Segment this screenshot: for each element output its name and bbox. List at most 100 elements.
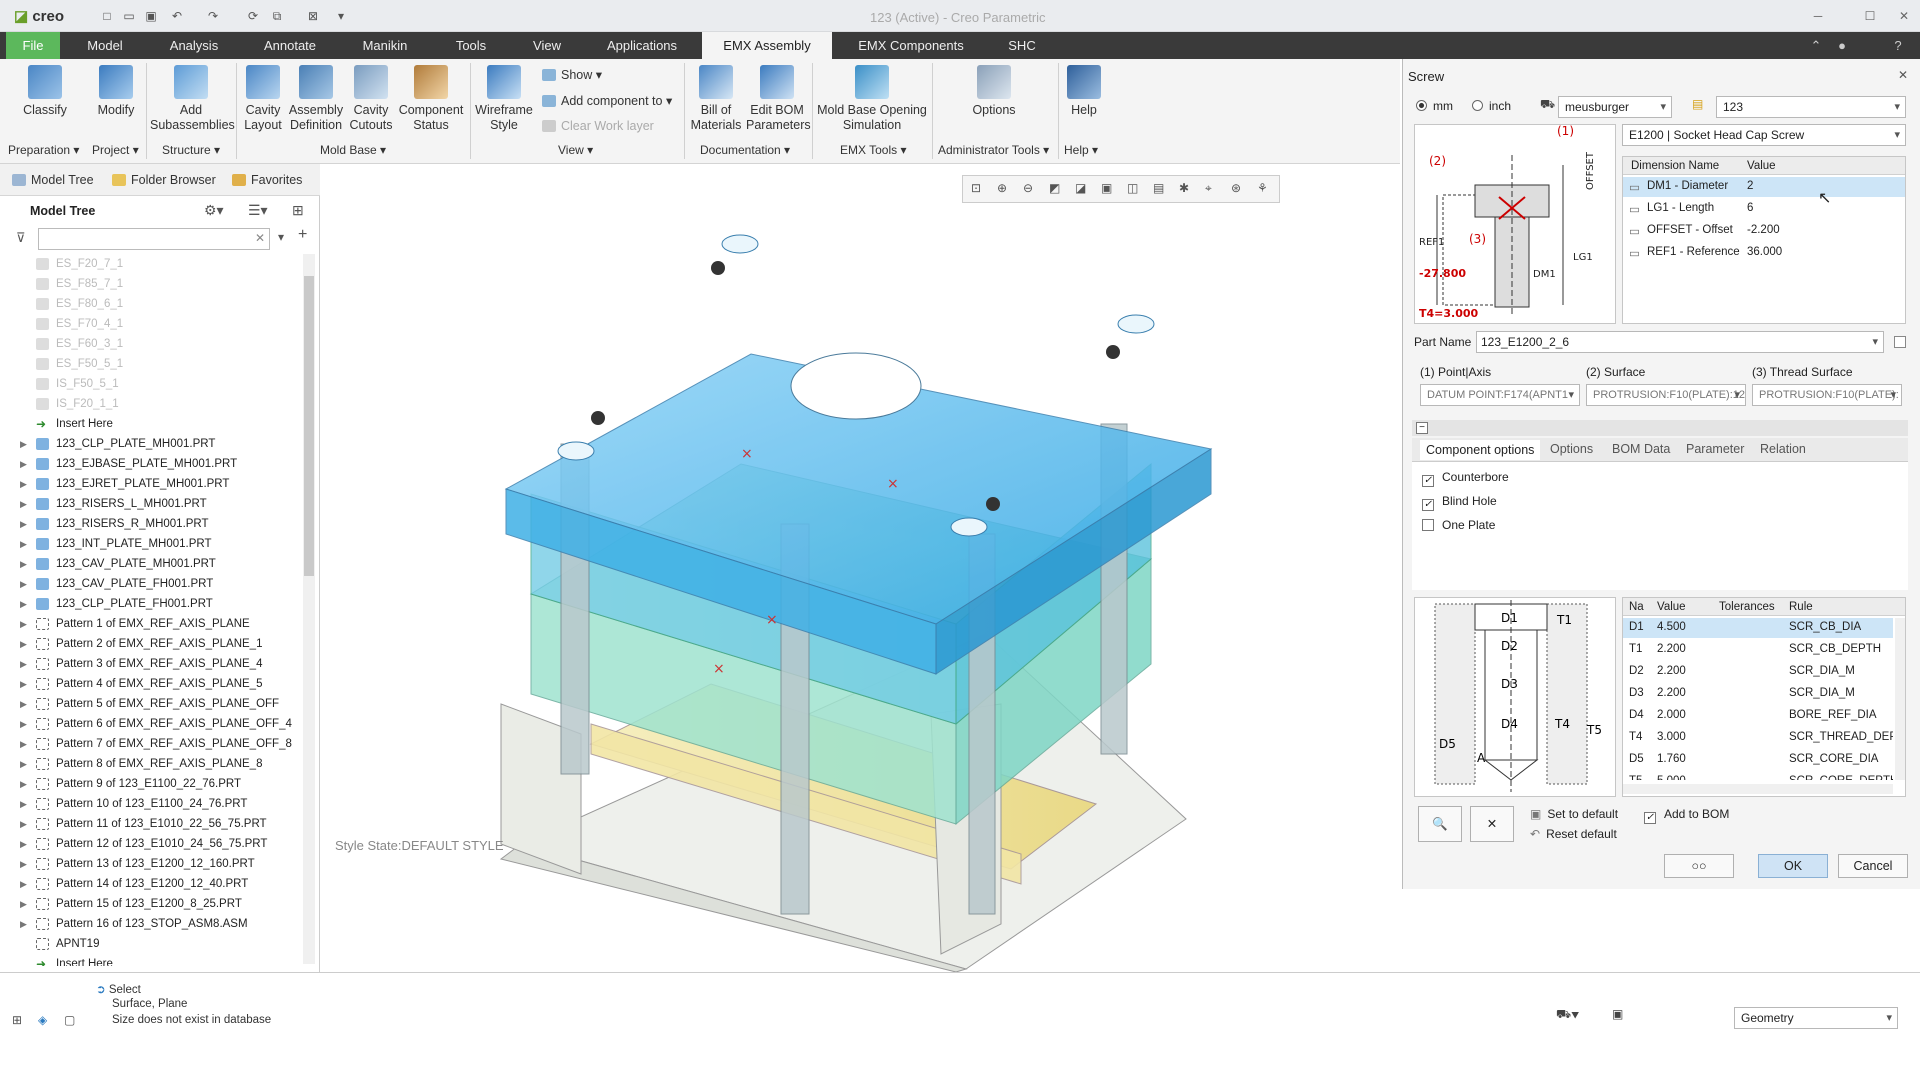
counterbore-checkbox[interactable]: ✓ — [1422, 475, 1434, 487]
one-plate-checkbox[interactable] — [1422, 519, 1434, 531]
set-to-default-button[interactable]: ▣ Set to default — [1530, 807, 1618, 821]
expand-icon[interactable]: ▶ — [20, 794, 27, 814]
ok-button[interactable]: OK — [1758, 854, 1828, 878]
expand-icon[interactable]: ▶ — [20, 874, 27, 894]
tree-item[interactable]: ES_F60_3_1 — [0, 334, 300, 354]
group-structure[interactable]: Structure ▾ — [162, 143, 220, 157]
tree-item[interactable]: ▶ Pattern 10 of 123_E1100_24_76.PRT — [0, 794, 300, 814]
hole-cell-value[interactable]: 2.200 — [1657, 643, 1686, 655]
expand-icon[interactable]: ▶ — [20, 894, 27, 914]
zoom-in-icon[interactable]: ⊕ — [997, 181, 1007, 195]
hole-row[interactable]: T4 3.000 SCR_THREAD_DEPTH — [1623, 728, 1893, 748]
tree-item[interactable]: ▶ 123_RISERS_L_MH001.PRT — [0, 494, 300, 514]
tree-item[interactable]: ▶ Pattern 2 of EMX_REF_AXIS_PLANE_1 — [0, 634, 300, 654]
collapse-ribbon-icon[interactable]: ⌃ — [1806, 32, 1826, 59]
tree-item[interactable]: ▶ 123_RISERS_R_MH001.PRT — [0, 514, 300, 534]
add-to-bom-option[interactable]: ✓ Add to BOM — [1644, 807, 1729, 824]
saved-orientations-icon[interactable]: ◫ — [1127, 181, 1138, 195]
ref-surface-collector[interactable]: PROTRUSION:F10(PLATE):12 — [1586, 384, 1746, 406]
tree-item[interactable]: ▶ Pattern 6 of EMX_REF_AXIS_PLANE_OFF_4 — [0, 714, 300, 734]
tree-item[interactable]: ▶ 123_INT_PLATE_MH001.PRT — [0, 534, 300, 554]
add-to-bom-checkbox[interactable]: ✓ — [1644, 812, 1656, 824]
hole-row[interactable]: D2 2.200 SCR_DIA_M — [1623, 662, 1893, 682]
wireframe-style-button[interactable]: Wireframe Style — [474, 65, 534, 133]
tree-item[interactable]: ▶ Pattern 11 of 123_E1010_22_56_75.PRT — [0, 814, 300, 834]
hole-row[interactable]: D1 4.500 SCR_CB_DIA — [1623, 618, 1893, 638]
tree-item[interactable]: ▶ Pattern 12 of 123_E1010_24_56_75.PRT — [0, 834, 300, 854]
tree-item[interactable]: ▶ 123_CAV_PLATE_MH001.PRT — [0, 554, 300, 574]
group-preparation[interactable]: Preparation ▾ — [8, 143, 79, 157]
tab-model-tree[interactable]: Model Tree — [12, 173, 94, 187]
search-dropdown-icon[interactable]: ▾ — [278, 230, 284, 244]
hole-cell-value[interactable]: 2.200 — [1657, 665, 1686, 677]
add-subassemblies-button[interactable]: Add Subassemblies — [150, 65, 235, 133]
counterbore-option[interactable]: ✓ Counterbore — [1422, 470, 1509, 487]
blind-hole-option[interactable]: ✓ Blind Hole — [1422, 494, 1497, 511]
clear-search-icon[interactable]: ✕ — [255, 231, 265, 245]
tree-item[interactable]: IS_F20_1_1 — [0, 394, 300, 414]
group-emx-tools[interactable]: EMX Tools ▾ — [840, 143, 907, 157]
tab-model[interactable]: Model — [74, 32, 136, 59]
tree-item[interactable]: ▶ Pattern 15 of 123_E1200_8_25.PRT — [0, 894, 300, 914]
windows-icon[interactable]: ⧉ — [270, 9, 284, 23]
tree-item[interactable]: ES_F80_6_1 — [0, 294, 300, 314]
subtab-parameter[interactable]: Parameter — [1686, 442, 1744, 456]
expand-icon[interactable]: ▶ — [20, 454, 27, 474]
hole-cell-value[interactable]: 3.000 — [1657, 731, 1686, 743]
expand-icon[interactable]: ▶ — [20, 734, 27, 754]
dimension-row[interactable]: ▭ OFFSET - Offset -2.200 — [1623, 221, 1905, 241]
selection-filter-select[interactable]: Geometry — [1734, 1007, 1898, 1029]
cancel-button[interactable]: Cancel — [1838, 854, 1908, 878]
expand-icon[interactable]: ▶ — [20, 474, 27, 494]
hole-row[interactable]: D4 2.000 BORE_REF_DIA — [1623, 706, 1893, 726]
tree-settings-icon[interactable]: ⚙▾ — [204, 202, 224, 219]
spin-center-icon[interactable]: ⊛ — [1231, 181, 1241, 195]
group-mold-base[interactable]: Mold Base ▾ — [320, 143, 386, 157]
hole-row[interactable]: T1 2.200 SCR_CB_DEPTH — [1623, 640, 1893, 660]
repaint-icon[interactable]: ◩ — [1049, 181, 1060, 195]
tree-item[interactable]: ES_F70_4_1 — [0, 314, 300, 334]
clear-work-layer-button[interactable]: Clear Work layer — [542, 119, 654, 133]
cavity-layout-button[interactable]: Cavity Layout — [240, 65, 286, 133]
hole-cell-value[interactable]: 1.760 — [1657, 753, 1686, 765]
refit-icon[interactable]: ⊡ — [971, 181, 981, 195]
group-help[interactable]: Help ▾ — [1064, 143, 1098, 157]
add-filter-icon[interactable]: + — [298, 226, 307, 244]
account-icon[interactable]: ● — [1832, 32, 1852, 59]
tree-item[interactable]: ▶ 123_CLP_PLATE_MH001.PRT — [0, 434, 300, 454]
ref-point-collector[interactable]: DATUM POINT:F174(APNT1 — [1420, 384, 1580, 406]
tree-item[interactable]: ▶ Pattern 4 of EMX_REF_AXIS_PLANE_5 — [0, 674, 300, 694]
expand-icon[interactable]: ▶ — [20, 714, 27, 734]
show-navigator-icon[interactable]: ⊞ — [12, 1013, 22, 1027]
expand-icon[interactable]: ▶ — [20, 774, 27, 794]
dimension-value[interactable]: 2 — [1747, 180, 1753, 192]
tab-shc[interactable]: SHC — [998, 32, 1046, 59]
open-file-icon[interactable]: ▭ — [122, 9, 136, 23]
save-icon[interactable]: ▣ — [144, 9, 158, 23]
filter-icon[interactable]: ⊽ — [16, 230, 26, 246]
classify-button[interactable]: Classify — [14, 65, 76, 118]
view-manager-icon[interactable]: ▤ — [1153, 181, 1164, 195]
expand-icon[interactable]: ▶ — [20, 814, 27, 834]
group-project[interactable]: Project ▾ — [92, 143, 139, 157]
expand-icon[interactable]: ▶ — [20, 754, 27, 774]
tree-item[interactable]: ▶ Pattern 9 of 123_E1100_22_76.PRT — [0, 774, 300, 794]
tree-item[interactable]: IS_F50_5_1 — [0, 374, 300, 394]
tree-item[interactable]: ES_F20_7_1 — [0, 254, 300, 274]
tree-scrollbar-thumb[interactable] — [304, 276, 314, 576]
subtab-relation[interactable]: Relation — [1760, 442, 1806, 456]
tab-emx-components[interactable]: EMX Components — [846, 32, 976, 59]
tree-item[interactable]: ▶ 123_EJRET_PLATE_MH001.PRT — [0, 474, 300, 494]
hole-row[interactable]: D5 1.760 SCR_CORE_DIA — [1623, 750, 1893, 770]
tree-item[interactable]: ▶ Pattern 5 of EMX_REF_AXIS_PLANE_OFF — [0, 694, 300, 714]
help-button[interactable]: Help — [1064, 65, 1104, 118]
customize-qat-icon[interactable]: ▾ — [334, 9, 348, 23]
tree-item[interactable]: ▶ Pattern 14 of 123_E1200_12_40.PRT — [0, 874, 300, 894]
dimension-value[interactable]: 6 — [1747, 202, 1753, 214]
unit-inch-radio[interactable]: inch — [1472, 99, 1511, 113]
dialog-close-icon[interactable]: ✕ — [1898, 68, 1908, 82]
expand-icon[interactable]: ▶ — [20, 534, 27, 554]
supplier-select[interactable]: meusburger — [1558, 96, 1672, 118]
component-status-button[interactable]: Component Status — [398, 65, 464, 133]
expand-icon[interactable]: ▶ — [20, 494, 27, 514]
